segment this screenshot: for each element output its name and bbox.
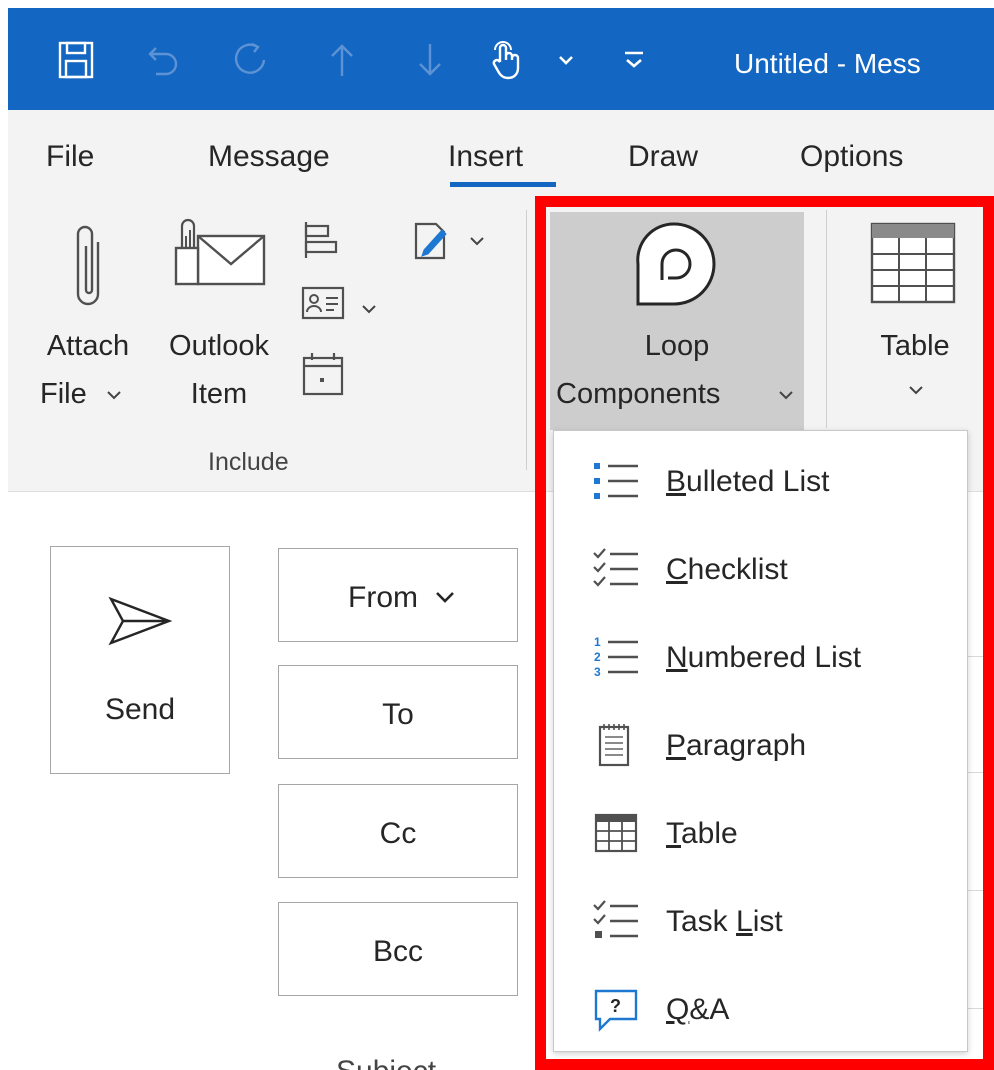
menu-item-label: Paragraph bbox=[666, 729, 807, 762]
send-button[interactable]: Send bbox=[50, 546, 230, 774]
menu-item-paragraph[interactable]: Paragraph bbox=[554, 701, 967, 789]
chevron-down-icon[interactable] bbox=[358, 298, 380, 320]
save-icon[interactable] bbox=[54, 38, 98, 82]
menu-item-label: Numbered List bbox=[666, 641, 862, 674]
group-separator bbox=[826, 210, 827, 428]
loop-components-label-1: Loop bbox=[644, 330, 710, 362]
include-group-label: Include bbox=[208, 448, 289, 476]
menu-item-numbered-list[interactable]: 1 2 3 Numbered List bbox=[554, 613, 967, 701]
qa-icon: ? bbox=[594, 989, 638, 1032]
tab-file[interactable]: File bbox=[46, 140, 94, 174]
cc-button[interactable]: Cc bbox=[278, 784, 518, 878]
signature-icon[interactable] bbox=[408, 218, 452, 262]
tab-message[interactable]: Message bbox=[208, 140, 330, 174]
loop-components-label-2: Components bbox=[556, 378, 721, 410]
attach-file-label-2: File bbox=[40, 378, 87, 410]
up-arrow-icon[interactable] bbox=[320, 38, 364, 82]
to-button[interactable]: To bbox=[278, 665, 518, 759]
checklist-icon bbox=[593, 548, 638, 587]
title-bar: Untitled - Mess bbox=[8, 8, 994, 110]
svg-text:2: 2 bbox=[594, 650, 601, 664]
chevron-down-icon[interactable] bbox=[544, 38, 588, 82]
from-label: From bbox=[348, 581, 418, 614]
paperclip-icon bbox=[76, 225, 100, 306]
field-divider bbox=[968, 656, 994, 657]
loop-components-menu: Bulleted List Checklist 1 2 3 Numbered L… bbox=[553, 430, 968, 1052]
bcc-button[interactable]: Bcc bbox=[278, 902, 518, 996]
business-card-icon[interactable] bbox=[300, 284, 348, 324]
menu-item-label: Task List bbox=[666, 905, 783, 938]
table-label: Table bbox=[880, 330, 950, 362]
svg-text:3: 3 bbox=[594, 665, 601, 679]
menu-item-label: Checklist bbox=[666, 553, 788, 586]
chevron-down-icon[interactable] bbox=[466, 230, 488, 252]
menu-item-label: Table bbox=[666, 817, 738, 850]
menu-item-qa[interactable]: ? Q&A bbox=[554, 965, 967, 1053]
menu-item-label: Bulleted List bbox=[666, 465, 830, 498]
to-label: To bbox=[382, 698, 414, 731]
down-arrow-icon[interactable] bbox=[408, 38, 452, 82]
send-label: Send bbox=[104, 693, 176, 726]
outlook-item-label-2: Item bbox=[190, 378, 248, 410]
menu-item-checklist[interactable]: Checklist bbox=[554, 525, 967, 613]
menu-item-task-list[interactable]: Task List bbox=[554, 877, 967, 965]
chevron-down-icon bbox=[909, 386, 923, 395]
chevron-down-icon bbox=[779, 391, 793, 400]
active-tab-indicator bbox=[450, 182, 556, 187]
from-button[interactable]: From bbox=[278, 548, 518, 642]
send-icon bbox=[108, 596, 173, 646]
attach-file-label-1: Attach bbox=[46, 330, 130, 362]
window-title: Untitled - Mess bbox=[734, 48, 921, 79]
undo-icon[interactable] bbox=[142, 38, 186, 82]
redo-icon[interactable] bbox=[230, 38, 274, 82]
outlook-item-icon bbox=[174, 218, 266, 286]
table-icon bbox=[594, 813, 638, 853]
subject-label: Subject bbox=[336, 1050, 436, 1070]
chevron-down-icon bbox=[436, 592, 454, 603]
table-icon bbox=[870, 222, 956, 304]
field-divider bbox=[968, 1008, 994, 1009]
bcc-label: Bcc bbox=[372, 935, 423, 968]
chevron-down-icon bbox=[107, 391, 121, 400]
tab-options[interactable]: Options bbox=[800, 140, 903, 174]
tab-insert[interactable]: Insert bbox=[448, 140, 523, 174]
task-list-icon bbox=[593, 900, 638, 938]
calendar-icon[interactable] bbox=[300, 350, 346, 398]
signature-align-icon[interactable] bbox=[298, 218, 342, 262]
svg-text:?: ? bbox=[610, 996, 621, 1016]
loop-icon bbox=[636, 222, 716, 306]
field-divider bbox=[968, 890, 994, 891]
cc-label: Cc bbox=[379, 817, 417, 850]
tab-draw[interactable]: Draw bbox=[628, 140, 698, 174]
menu-item-bulleted-list[interactable]: Bulleted List bbox=[554, 437, 967, 525]
bulleted-list-icon bbox=[594, 463, 638, 499]
outlook-item-label-1: Outlook bbox=[169, 330, 269, 362]
numbered-list-icon: 1 2 3 bbox=[594, 635, 638, 679]
svg-text:1: 1 bbox=[594, 635, 601, 649]
customize-qat-icon[interactable] bbox=[612, 38, 656, 82]
group-separator bbox=[526, 210, 527, 470]
field-divider bbox=[968, 772, 994, 773]
menu-item-label: Q&A bbox=[666, 993, 730, 1026]
menu-item-table[interactable]: Table bbox=[554, 789, 967, 877]
touch-mode-icon[interactable] bbox=[484, 38, 528, 82]
paragraph-icon bbox=[598, 724, 630, 767]
